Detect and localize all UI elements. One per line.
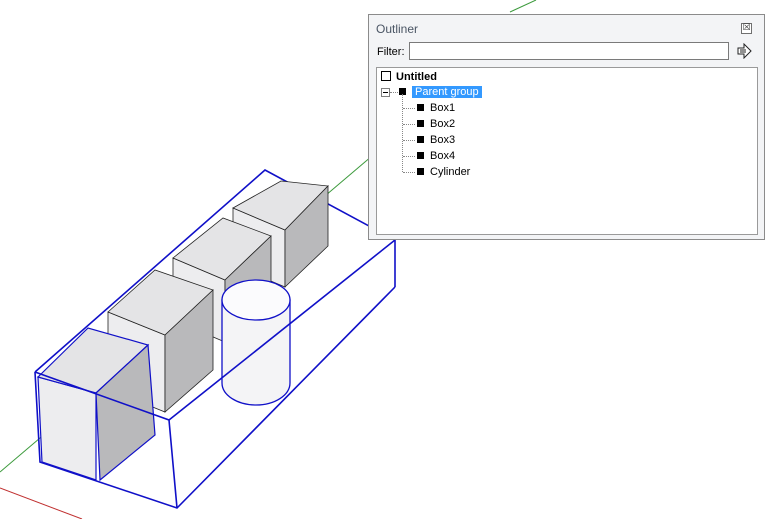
tree-item-box4[interactable]: Box4 (417, 148, 455, 164)
outliner-title: Outliner (376, 22, 419, 36)
tree-item-label: Box2 (430, 118, 456, 130)
group-icon (417, 151, 424, 159)
tree-connector (403, 156, 415, 157)
cylinder-shape (221, 279, 291, 406)
tree-item-label: Untitled (396, 71, 437, 83)
tree-item-label: Box1 (430, 102, 456, 114)
group-icon (417, 135, 424, 143)
filter-label: Filter: (377, 46, 405, 58)
group-icon (417, 119, 424, 127)
close-icon[interactable]: ☒ (741, 23, 752, 34)
collapse-icon[interactable] (381, 88, 390, 97)
tree-item-label: Parent group (412, 86, 482, 98)
model-icon (381, 71, 391, 82)
tree-connector (403, 140, 415, 141)
tree-connector (403, 124, 415, 125)
tree-item-box2[interactable]: Box2 (417, 116, 455, 132)
red-axis (0, 487, 83, 519)
tree-connector (403, 108, 415, 109)
outliner-panel: Outliner ☒ Filter: Untitled Parent group… (368, 14, 765, 240)
tree-connector (403, 172, 415, 173)
green-axis-upper (509, 0, 537, 13)
group-icon (417, 103, 424, 111)
tree-item-box3[interactable]: Box3 (417, 132, 455, 148)
tree-item-box1[interactable]: Box1 (417, 100, 455, 116)
tree-item-label: Box3 (430, 134, 456, 146)
tree-connector (390, 92, 398, 93)
details-arrow-icon[interactable] (736, 43, 752, 59)
tree-item-label: Cylinder (430, 166, 471, 178)
outliner-tree: Untitled Parent group Box1 Box2 Box3 Box… (376, 67, 758, 235)
tree-item-parent-group[interactable]: Parent group (399, 84, 482, 100)
tree-connector (402, 94, 403, 172)
filter-input[interactable] (409, 42, 729, 60)
box1-shape (36, 327, 156, 482)
outliner-titlebar[interactable]: Outliner ☒ (369, 15, 764, 41)
tree-item-label: Box4 (430, 150, 456, 162)
tree-item-cylinder[interactable]: Cylinder (417, 164, 470, 180)
group-icon (417, 167, 424, 175)
tree-item-untitled[interactable]: Untitled (381, 69, 437, 85)
